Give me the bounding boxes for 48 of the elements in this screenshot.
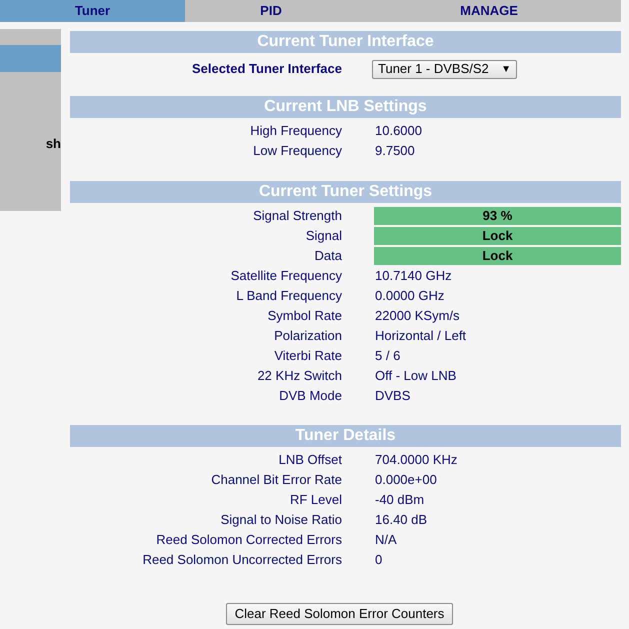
field-label: Signal (304, 227, 342, 246)
field-value: 10.6000 (375, 122, 422, 140)
field-value: -40 dBm (375, 491, 424, 510)
field-label: Symbol Rate (266, 307, 342, 326)
field-value: 0.0000 GHz (375, 287, 444, 306)
nav-tab[interactable]: MANAGE (357, 0, 621, 22)
field-label: L Band Frequency (235, 287, 342, 306)
field-label: Data (314, 247, 342, 266)
field-value: DVBS (375, 387, 410, 406)
field-value: Off - Low LNB (375, 367, 456, 386)
field-label: Low Frequency (252, 142, 342, 160)
field-value: N/A (375, 531, 397, 550)
clear-counters-button[interactable]: Clear Reed Solomon Error Counters (226, 603, 454, 625)
field-label: 22 KHz Switch (256, 367, 342, 386)
sidebar-item[interactable]: sh (0, 130, 61, 157)
field-label: DVB Mode (278, 387, 342, 406)
status-bar: 93 % (374, 207, 621, 225)
field-label: High Frequency (249, 122, 342, 140)
status-bar: Lock (374, 227, 621, 245)
field-value: 0.000e+00 (375, 471, 437, 490)
field-label: Reed Solomon Uncorrected Errors (142, 551, 342, 570)
field-value: 704.0000 KHz (375, 451, 458, 470)
sidebar-item[interactable] (0, 45, 61, 72)
field-label: LNB Offset (278, 451, 342, 470)
field-label: Selected Tuner Interface (190, 60, 342, 78)
section-header: Current Tuner Interface (70, 31, 621, 53)
status-bar: Lock (374, 247, 621, 265)
tuner-dropdown[interactable]: Tuner 1 - DVBS/S2 ▼ (372, 60, 517, 78)
field-label: Channel Bit Error Rate (210, 471, 342, 490)
field-label: Signal to Noise Ratio (220, 511, 342, 530)
field-label: Reed Solomon Corrected Errors (155, 531, 342, 550)
field-value: 0 (375, 551, 382, 570)
field-label: Viterbi Rate (273, 347, 342, 366)
section-header: Current Tuner Settings (70, 181, 621, 203)
field-label: Signal Strength (252, 207, 342, 226)
nav-tab[interactable]: PID (185, 0, 357, 22)
field-value: 9.7500 (375, 142, 415, 160)
field-value: 5 / 6 (375, 347, 400, 366)
nav-tab[interactable]: Tuner (0, 0, 185, 22)
field-label: Polarization (273, 327, 342, 346)
field-label: RF Level (288, 491, 342, 510)
section-header: Tuner Details (70, 425, 621, 447)
field-label: Satellite Frequency (230, 267, 342, 286)
section-header: Current LNB Settings (70, 96, 621, 118)
field-value: 16.40 dB (375, 511, 428, 530)
field-value: 22000 KSym/s (375, 307, 460, 326)
field-value: Horizontal / Left (375, 327, 466, 346)
field-value: 10.7140 GHz (375, 267, 452, 286)
